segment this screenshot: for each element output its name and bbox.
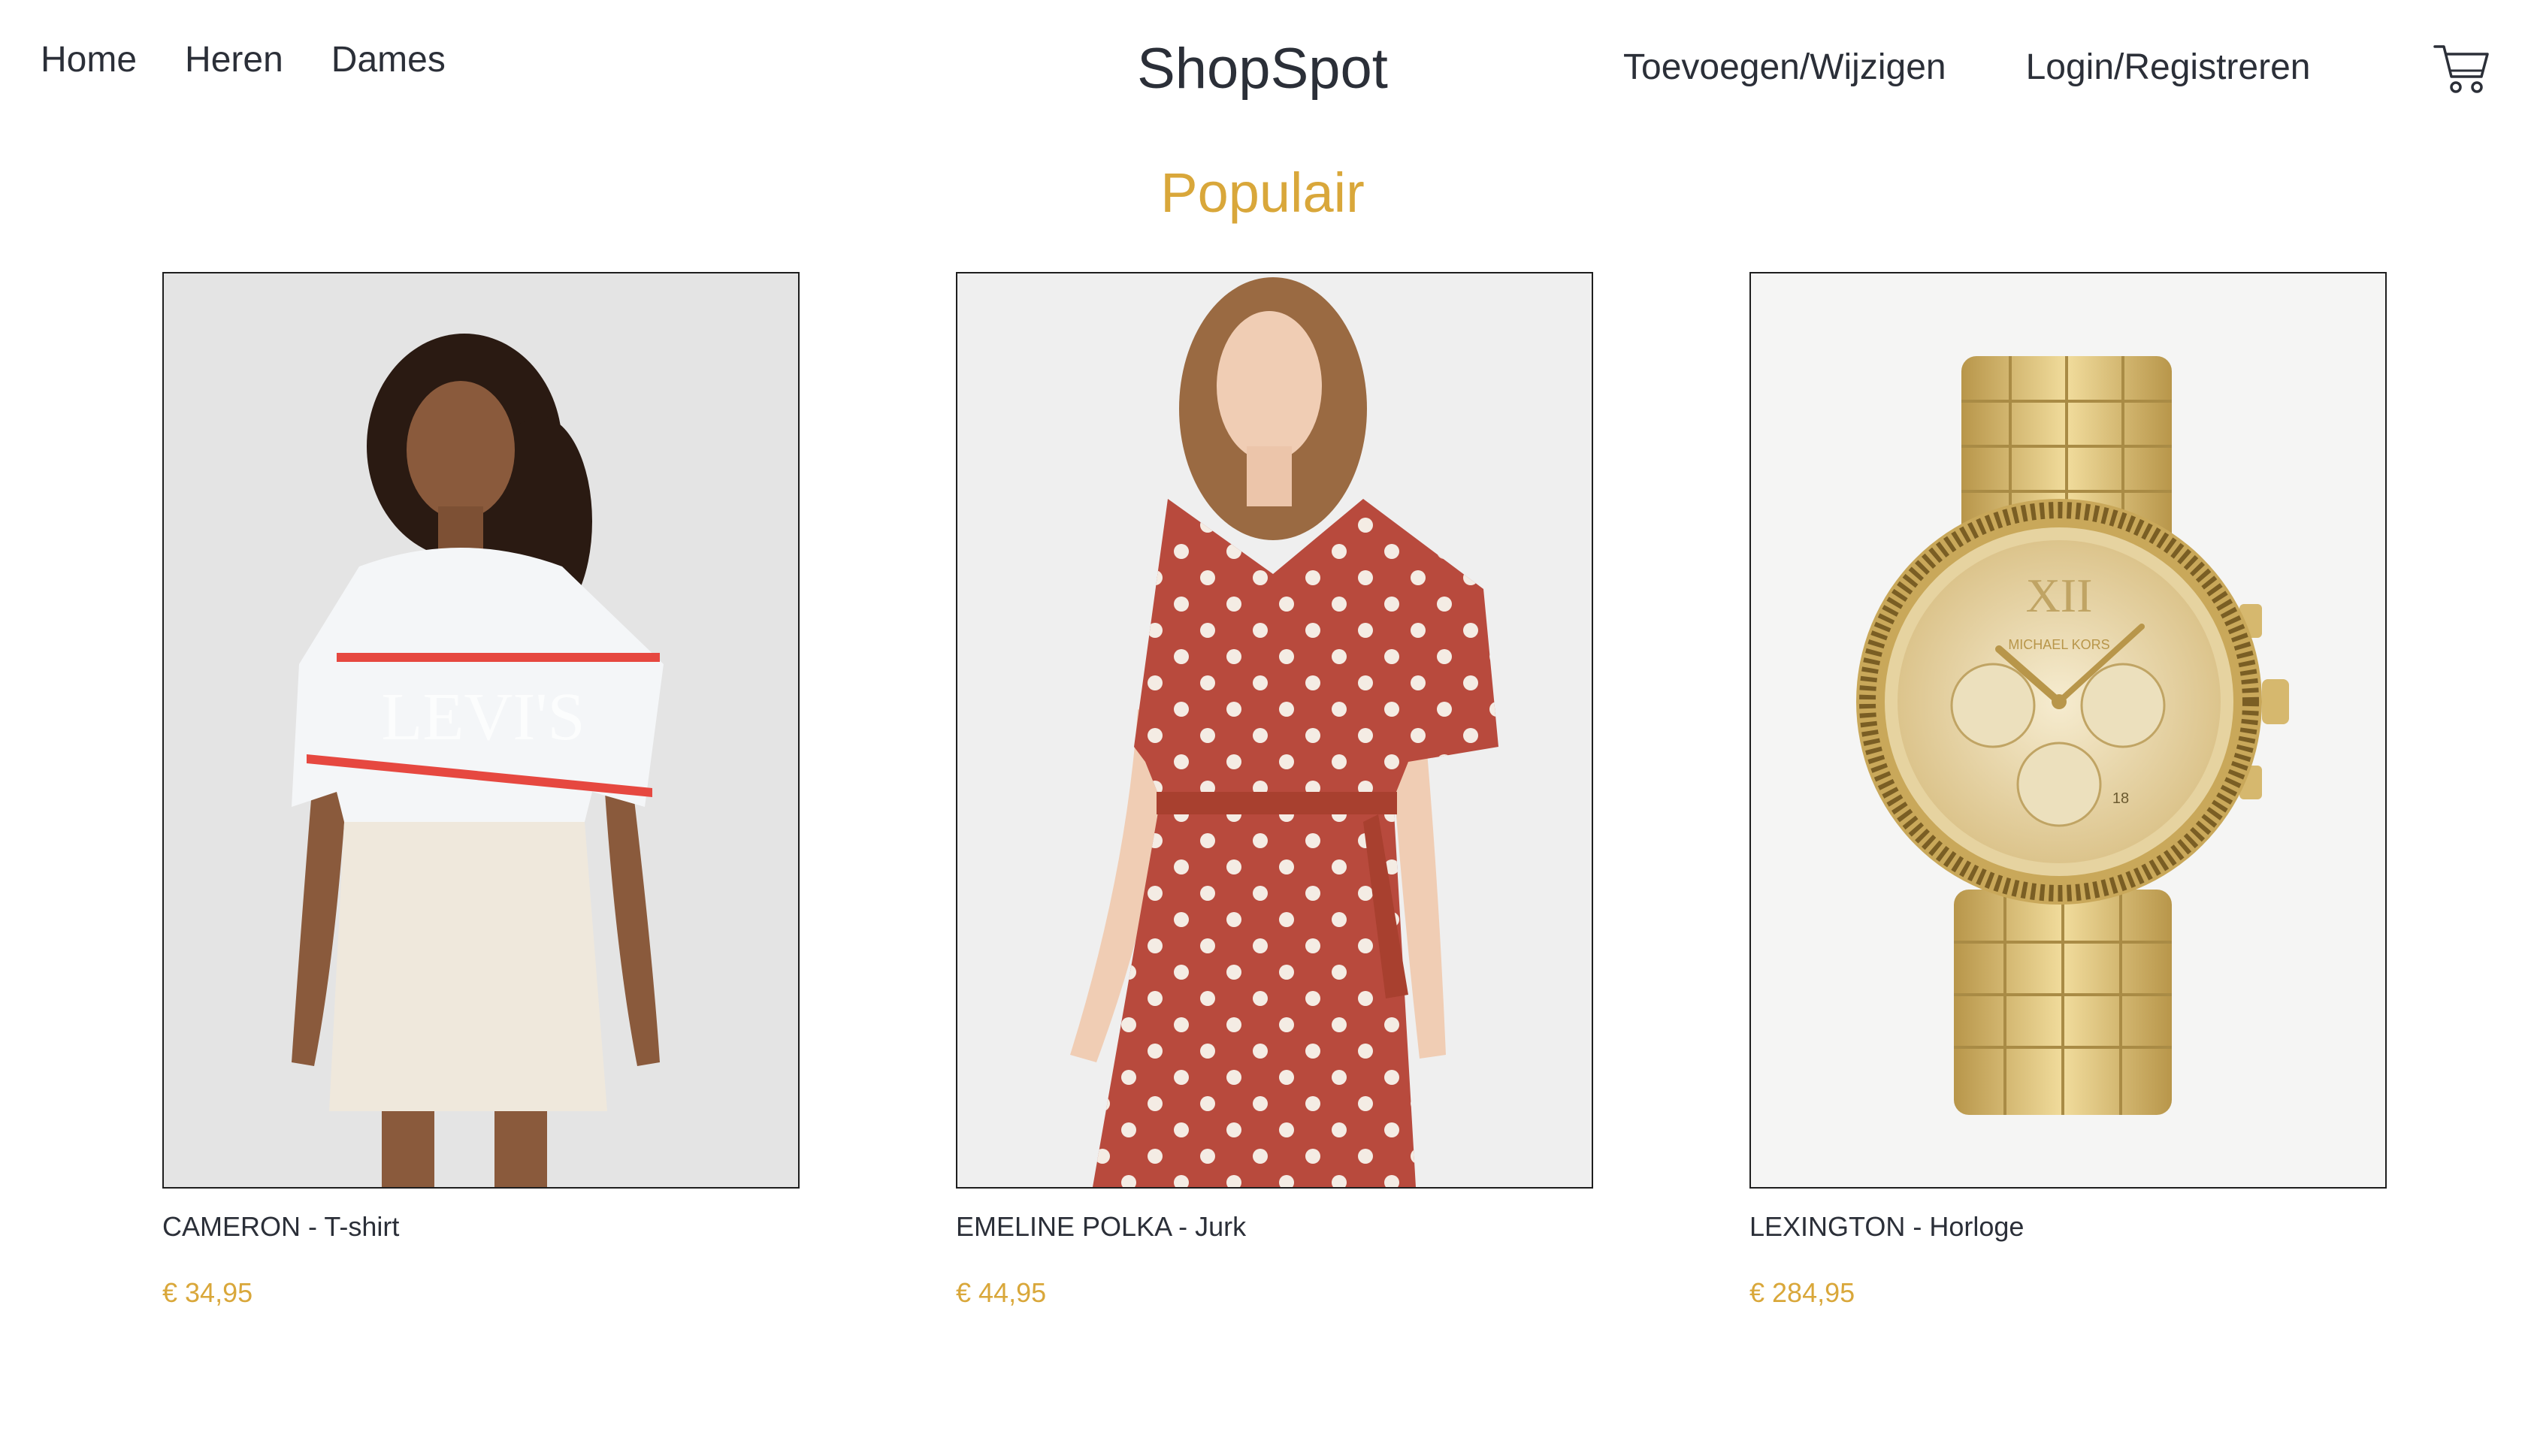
product-price: € 284,95: [1749, 1277, 1855, 1308]
product-card[interactable]: EMELINE POLKA - Jurk € 44,95: [956, 272, 1593, 1309]
add-edit-link[interactable]: Toevoegen/Wijzigen: [1623, 47, 1946, 88]
product-card[interactable]: LEVI'S CAMERON - T-shirt € 34,95: [162, 272, 800, 1309]
product-image-watch[interactable]: XII MICHAEL KORS 18: [1749, 272, 2387, 1189]
main-nav: Home Heren Dames: [41, 39, 446, 80]
nav-home-link[interactable]: Home: [41, 39, 137, 80]
brand-logo[interactable]: ShopSpot: [1137, 37, 1388, 101]
shopping-cart-icon[interactable]: [2433, 42, 2490, 96]
product-image-dress[interactable]: [956, 272, 1593, 1189]
watch-brand-text: MICHAEL KORS: [2008, 637, 2109, 652]
watch-numeral-text: XII: [2026, 569, 2093, 622]
product-price: € 44,95: [956, 1277, 1047, 1308]
product-name[interactable]: LEXINGTON - Horloge: [1749, 1211, 2387, 1243]
product-name[interactable]: EMELINE POLKA - Jurk: [956, 1211, 1593, 1243]
watch-date-text: 18: [2112, 790, 2129, 807]
nav-dames-link[interactable]: Dames: [331, 39, 446, 80]
section-title: Populair: [1160, 162, 1365, 224]
account-nav: Toevoegen/Wijzigen Login/Registreren: [1623, 47, 2310, 88]
product-price: € 34,95: [162, 1277, 253, 1308]
page: Home Heren Dames ShopSpot Toevoegen/Wijz…: [0, 0, 2525, 1456]
nav-heren-link[interactable]: Heren: [185, 39, 283, 80]
product-name[interactable]: CAMERON - T-shirt: [162, 1211, 800, 1243]
product-image-tshirt[interactable]: LEVI'S: [162, 272, 800, 1189]
tshirt-logo-text: LEVI'S: [381, 680, 585, 754]
login-register-link[interactable]: Login/Registreren: [2026, 47, 2311, 88]
product-card[interactable]: XII MICHAEL KORS 18 LEXINGTON - Horloge …: [1749, 272, 2387, 1309]
